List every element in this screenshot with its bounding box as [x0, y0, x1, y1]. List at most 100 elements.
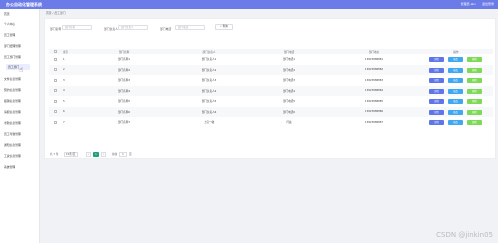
sidebar: 首页 个人中心 员工管理 部门经理管理 员工部门管理 员工部门 文件信息管理 预… [0, 9, 40, 243]
sidebar-item-dept-group[interactable]: 员工部门管理 [4, 55, 21, 59]
sidebar-item-manager[interactable]: 部门经理管理 [4, 44, 21, 48]
cell-dept-name: 部门名称5 [117, 100, 131, 104]
cell-index: 2 [63, 68, 65, 72]
page-size-select[interactable]: 10条/页 [64, 152, 78, 157]
cell-dept-addr: 13823888881 [364, 57, 384, 61]
edit-button[interactable]: 修改 [448, 120, 463, 125]
edit-button[interactable]: 修改 [448, 109, 463, 115]
edit-button[interactable]: 修改 [448, 88, 463, 94]
next-page-button[interactable]: › [101, 152, 106, 157]
sidebar-item-dept[interactable]: 员工部门 [6, 64, 30, 70]
sidebar-item-attendance[interactable]: 考勤信息管理 [4, 121, 21, 125]
cell-dept-addr: 13823888885 [364, 99, 384, 103]
top-bar: 办公自动化管理系统 管理员 abc 退出登录 [0, 0, 498, 9]
cell-index: 3 [63, 78, 65, 82]
delete-button[interactable]: 删除 [467, 109, 482, 115]
table-row: 3 部门名称3 部门负责人3 部门电话3 13823888883 详情 修改 删… [49, 75, 493, 86]
cell-dept-phone: 部门电话3 [282, 79, 296, 83]
delete-button[interactable]: 删除 [467, 57, 482, 62]
cell-dept-head: 部门负责人4 [201, 89, 217, 93]
dept-head-input[interactable]: 部门负责人 [118, 25, 148, 30]
cell-dept-phone: 部门电话2 [282, 68, 296, 72]
dept-name-input[interactable]: 部门名称 [62, 25, 92, 30]
cell-index: 1 [63, 57, 65, 61]
table-row: 5 部门名称5 部门负责人5 部门电话5 13823888885 详情 修改 删… [49, 96, 493, 107]
search-button[interactable]: ⌕ 查询 [215, 24, 233, 30]
search-icon: ⌕ [220, 25, 222, 28]
sidebar-item-notice[interactable]: 通知信息管理 [4, 143, 21, 147]
content-panel: 部门名称 部门名称 部门负责人 部门负责人 部门电话 部门电话 ⌕ 查询 索引 … [44, 18, 496, 159]
watermark: CSDN @jinkin05 [436, 231, 493, 239]
logout-link[interactable]: 退出登录 [482, 0, 494, 9]
current-page[interactable]: 1 [93, 152, 99, 157]
view-button[interactable]: 详情 [429, 67, 444, 73]
table-row: 2 部门名称2 部门负责人2 部门电话2 13823888882 详情 修改 删… [49, 64, 493, 76]
edit-button[interactable]: 修改 [448, 57, 463, 62]
cell-dept-name: 部门名称4 [117, 89, 131, 93]
sidebar-item-staff-attendance[interactable]: 员工考勤管理 [4, 132, 21, 136]
sidebar-item-home[interactable]: 首页 [4, 12, 10, 16]
hand-cursor-icon: ☝ [19, 66, 24, 74]
delete-button[interactable]: 删除 [467, 88, 482, 94]
view-button[interactable]: 详情 [429, 57, 444, 62]
cell-dept-name: 部门名称2 [117, 68, 131, 72]
sidebar-item-booking[interactable]: 预约信息管理 [4, 88, 21, 92]
sidebar-item-profile[interactable]: 个人中心 [4, 22, 15, 26]
search-label: 查询 [222, 25, 228, 28]
delete-button[interactable]: 删除 [467, 78, 482, 83]
sidebar-item-system[interactable]: 系统管理 [4, 165, 15, 169]
edit-button[interactable]: 修改 [448, 78, 463, 83]
sidebar-item-salary[interactable]: 工资信息管理 [4, 154, 21, 158]
app-title: 办公自动化管理系统 [6, 2, 42, 7]
view-button[interactable]: 详情 [429, 99, 444, 104]
edit-button[interactable]: 修改 [448, 99, 463, 104]
view-button[interactable]: 详情 [429, 120, 444, 125]
cell-dept-phone: 部门电话4 [282, 89, 296, 93]
goto-page-input[interactable]: 1 [119, 152, 127, 157]
table-row: 4 部门名称4 部门负责人4 部门电话4 13823888884 详情 修改 删… [49, 85, 493, 97]
sidebar-item-leave[interactable]: 请假信息管理 [4, 110, 21, 114]
sidebar-item-files[interactable]: 文件信息管理 [4, 77, 21, 81]
breadcrumb-home[interactable]: 首页 [46, 11, 52, 15]
cell-dept-addr: 13823888883 [364, 78, 384, 82]
cell-dept-addr: 13823888886 [364, 110, 384, 114]
cell-dept-head: 部门负责人6 [201, 110, 217, 114]
dept-phone-input[interactable]: 部门电话 [175, 25, 205, 30]
row-checkbox[interactable] [53, 86, 57, 97]
breadcrumb: 首页 / 员工部门 [46, 11, 66, 15]
row-checkbox[interactable] [53, 54, 57, 65]
admin-label: 管理员 abc [460, 2, 476, 6]
breadcrumb-current: 员工部门 [54, 11, 66, 15]
sidebar-item-staff[interactable]: 员工管理 [4, 33, 15, 37]
dept-phone-label: 部门电话 [160, 27, 172, 31]
cell-dept-phone: 部门电话1 [282, 58, 296, 62]
cell-dept-head: 部门负责人1 [201, 58, 217, 62]
cell-dept-name: 部门名称7 [117, 121, 131, 125]
row-checkbox[interactable] [53, 117, 57, 128]
cell-index: 7 [63, 120, 65, 124]
table-row: 1 部门名称1 部门负责人1 部门电话1 13823888881 详情 修改 删… [49, 54, 493, 65]
view-button[interactable]: 详情 [429, 78, 444, 83]
sidebar-item-expense[interactable]: 报销信息管理 [4, 99, 21, 103]
row-checkbox[interactable] [53, 65, 57, 76]
cell-dept-phone: 行政 [286, 121, 292, 125]
cell-dept-phone: 部门电话5 [282, 100, 296, 104]
view-button[interactable]: 详情 [429, 109, 444, 115]
edit-button[interactable]: 修改 [448, 67, 463, 73]
prev-page-button[interactable]: ‹ [86, 152, 91, 157]
row-checkbox[interactable] [53, 107, 57, 118]
cell-dept-addr: 13823888882 [364, 68, 384, 72]
row-checkbox[interactable] [53, 96, 57, 107]
view-button[interactable]: 详情 [429, 88, 444, 94]
cell-index: 4 [63, 89, 65, 93]
delete-button[interactable]: 删除 [467, 67, 482, 73]
delete-button[interactable]: 删除 [467, 120, 482, 125]
row-checkbox[interactable] [53, 75, 57, 86]
cell-dept-phone: 部门电话6 [282, 110, 296, 114]
delete-button[interactable]: 删除 [467, 99, 482, 104]
goto-label: 前往 [112, 153, 118, 156]
dept-name-label: 部门名称 [50, 27, 62, 31]
cell-dept-addr: 13823888884 [364, 89, 384, 93]
page-unit-label: 页 [129, 153, 132, 156]
cell-index: 6 [63, 110, 65, 114]
